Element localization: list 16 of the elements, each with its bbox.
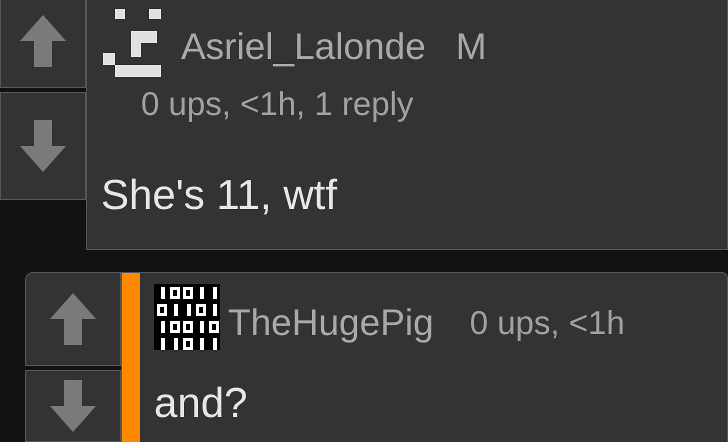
upvote-button[interactable] xyxy=(25,272,121,366)
downvote-icon xyxy=(20,120,66,172)
downvote-button[interactable] xyxy=(0,92,86,200)
upvote-icon xyxy=(20,15,66,67)
comment-text: and? xyxy=(154,378,248,428)
avatar-icon xyxy=(154,284,220,350)
downvote-button[interactable] xyxy=(25,370,121,442)
username-link[interactable]: TheHugePig xyxy=(228,295,434,350)
username-link[interactable]: Asriel_Lalonde xyxy=(181,19,426,75)
comment-meta: 0 ups, <1h, 1 reply xyxy=(141,84,414,124)
upvote-button[interactable] xyxy=(0,0,86,88)
downvote-icon xyxy=(50,380,96,432)
comment-text: She's 11, wtf xyxy=(101,170,338,220)
comment-meta: 0 ups, <1h xyxy=(470,303,625,343)
upvote-icon xyxy=(50,293,96,345)
gender-label: M xyxy=(456,25,487,70)
